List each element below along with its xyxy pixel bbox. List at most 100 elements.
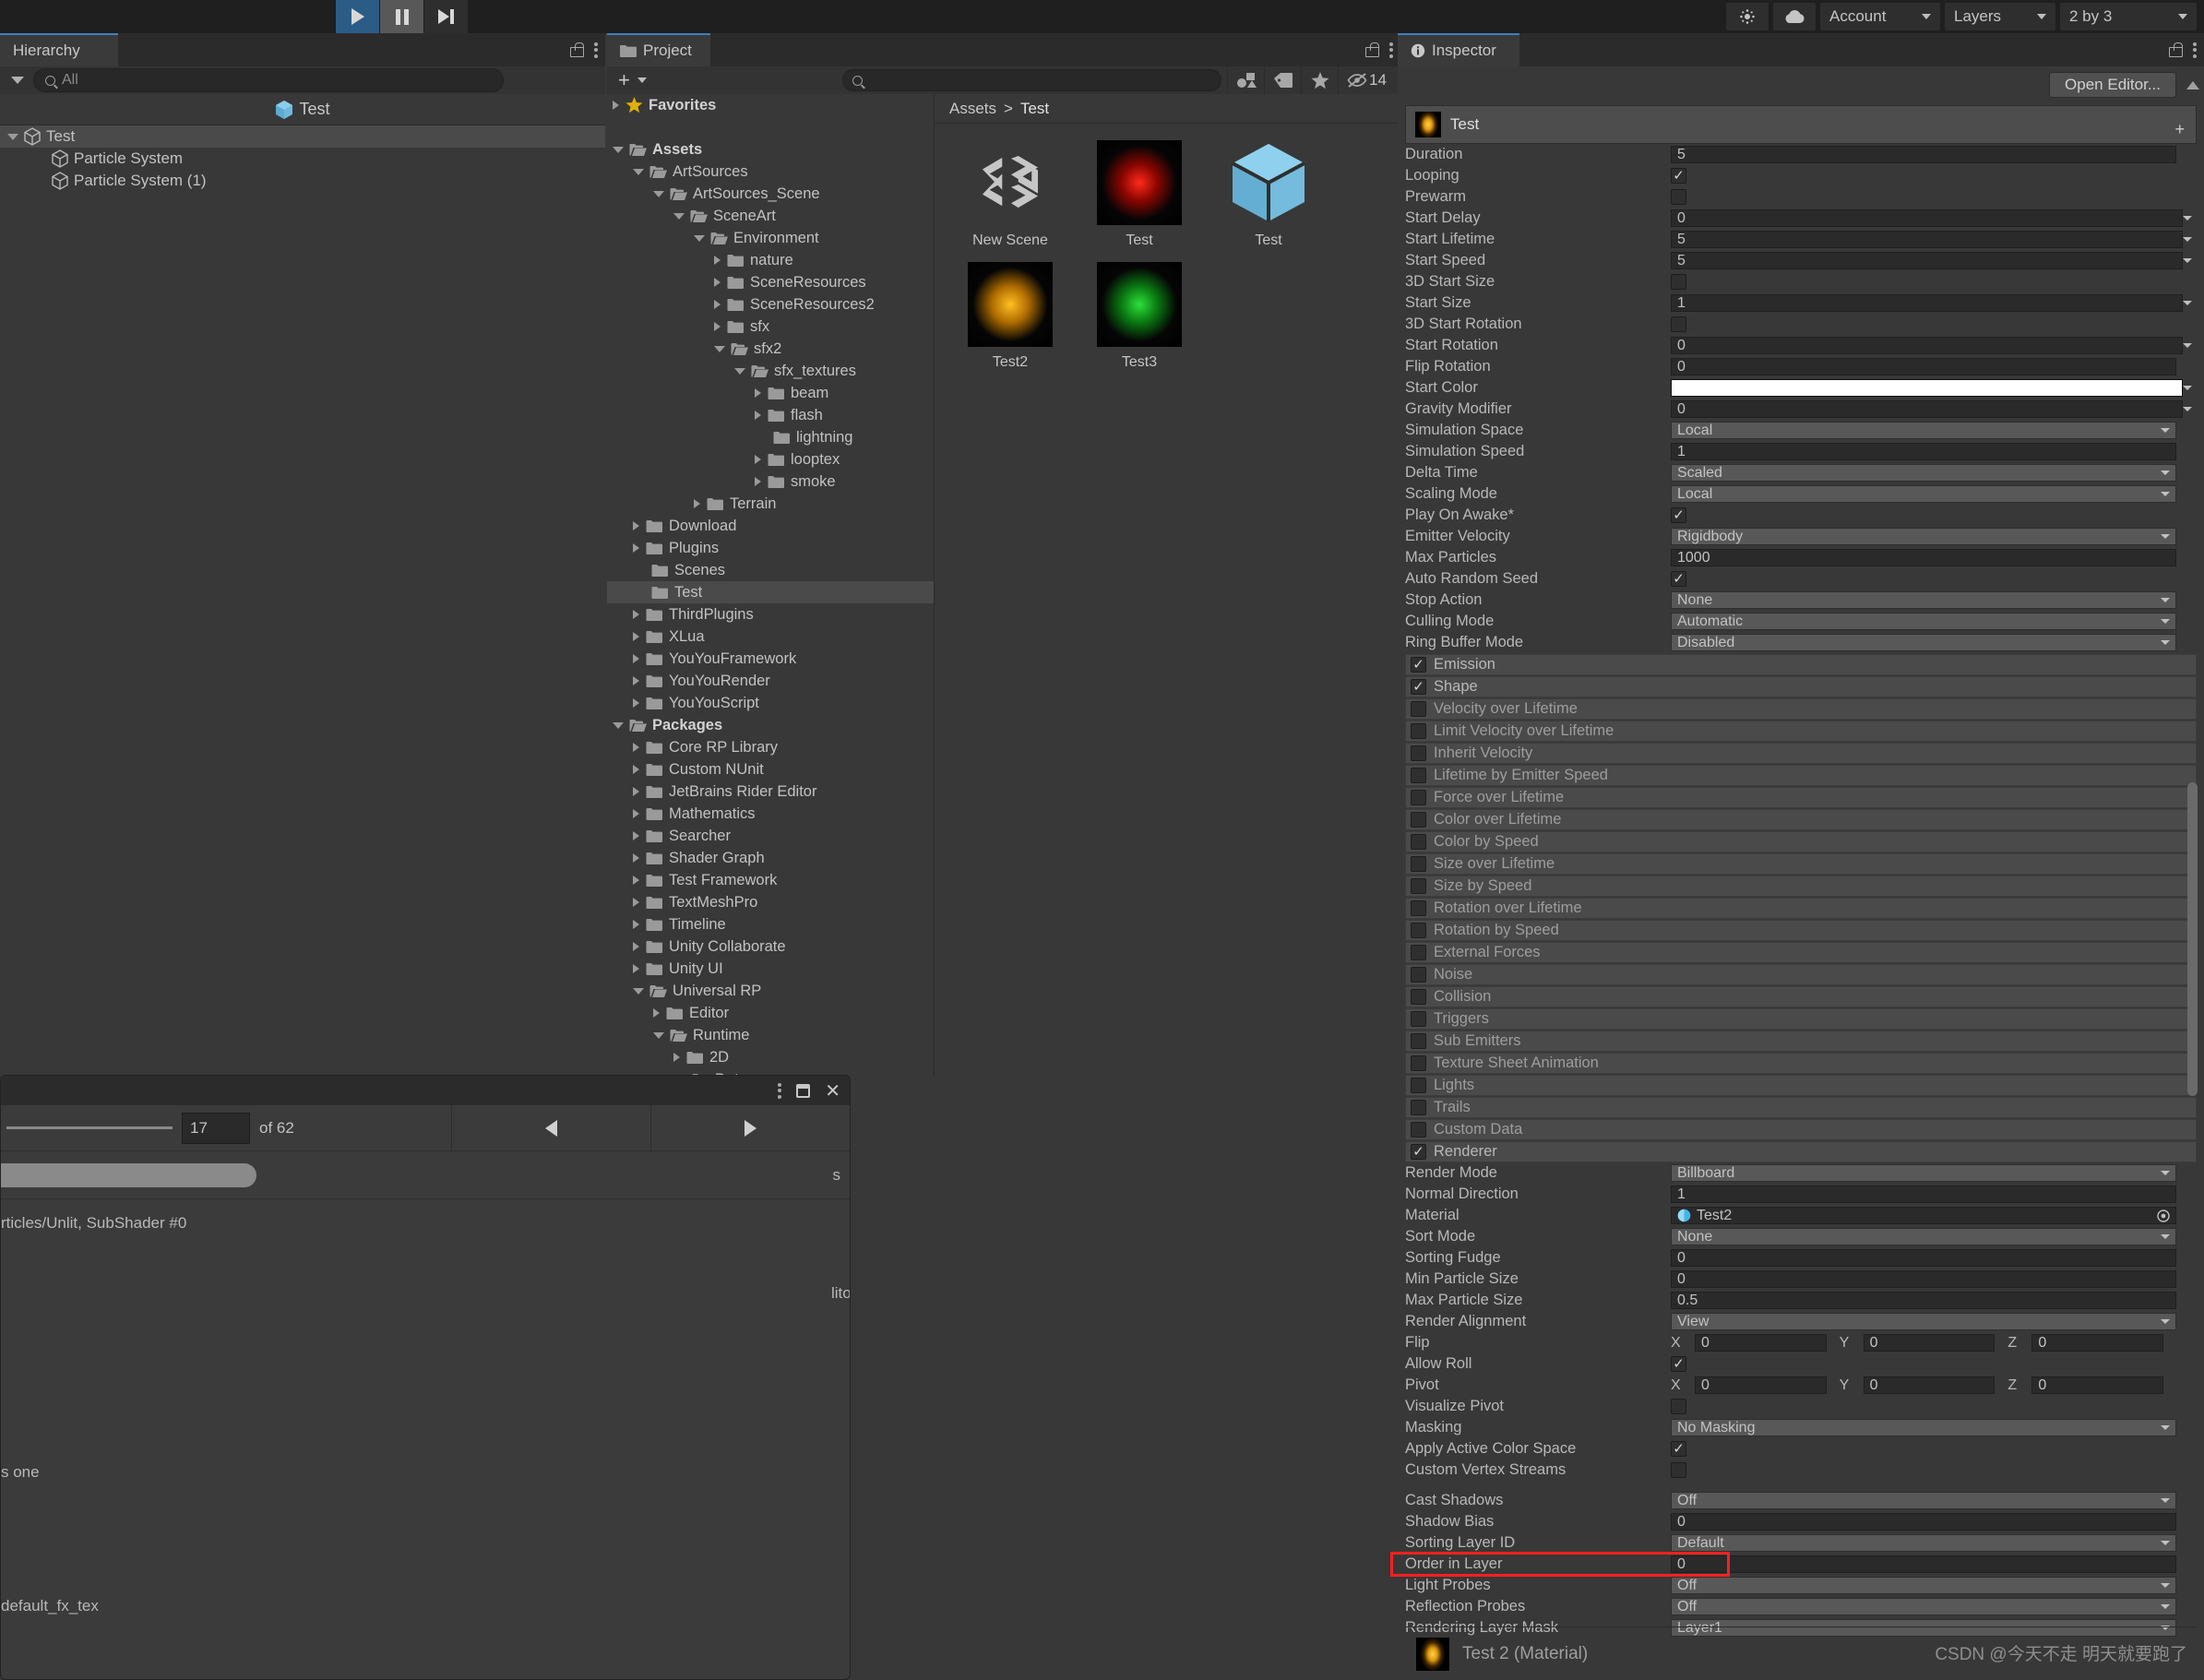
input-flip-rotation[interactable]: 0	[1671, 358, 2176, 375]
project-folder-terrain[interactable]: Terrain	[607, 493, 934, 515]
checkbox-module-lights[interactable]	[1411, 1078, 1426, 1093]
chevron-right-icon[interactable]	[633, 654, 639, 663]
lock-icon[interactable]	[570, 42, 582, 57]
project-folder-textmeshpro[interactable]: TextMeshPro	[607, 891, 934, 913]
dropdown-render-mode[interactable]: Billboard	[1671, 1164, 2176, 1182]
label-tag-icon[interactable]	[1264, 66, 1301, 94]
project-folder-youyouscript[interactable]: YouYouScript	[607, 692, 934, 714]
checkbox-module-inherit-velocity[interactable]	[1411, 745, 1426, 761]
checkbox-custom-vertex-streams[interactable]	[1671, 1462, 1686, 1478]
chevron-right-icon[interactable]	[755, 455, 761, 464]
checkbox-module-limit-velocity-over-lifetime[interactable]	[1411, 723, 1426, 739]
module-row-sub-emitters[interactable]: Sub Emitters	[1405, 1031, 2197, 1052]
dropdown-emitter-velocity[interactable]: Rigidbody	[1671, 528, 2176, 545]
module-row-color-over-lifetime[interactable]: Color over Lifetime	[1405, 809, 2197, 830]
project-folder-lightning[interactable]: lightning	[607, 426, 934, 448]
checkbox-module-shape[interactable]	[1411, 679, 1426, 695]
hierarchy-item-particle-system[interactable]: Particle System	[0, 148, 605, 170]
module-row-rotation-by-speed[interactable]: Rotation by Speed	[1405, 920, 2197, 941]
project-folder-packages[interactable]: Packages	[607, 714, 934, 736]
chevron-right-icon[interactable]	[714, 322, 721, 331]
chevron-right-icon[interactable]	[755, 411, 761, 420]
checkbox-module-size-by-speed[interactable]	[1411, 878, 1426, 894]
checkbox-module-rotation-over-lifetime[interactable]	[1411, 900, 1426, 916]
next-page-button[interactable]	[650, 1105, 850, 1151]
chevron-down-icon[interactable]	[633, 988, 644, 995]
project-folder-timeline[interactable]: Timeline	[607, 913, 934, 935]
hierarchy-item-test[interactable]: Test	[0, 125, 605, 148]
chevron-right-icon[interactable]	[633, 920, 639, 929]
module-row-force-over-lifetime[interactable]: Force over Lifetime	[1405, 787, 2197, 808]
pause-button[interactable]	[380, 0, 424, 33]
dropdown-ring-buffer-mode[interactable]: Disabled	[1671, 634, 2176, 651]
dropdown-light-probes[interactable]: Off	[1671, 1577, 2176, 1594]
chevron-down-icon[interactable]	[613, 147, 624, 153]
checkbox-module-texture-sheet-animation[interactable]	[1411, 1055, 1426, 1071]
asset-item[interactable]: New Scene	[951, 140, 1069, 249]
kebab-menu-icon[interactable]	[1389, 42, 1393, 58]
asset-item[interactable]: Test	[1209, 140, 1328, 249]
chevron-down-icon[interactable]	[673, 213, 685, 220]
dropdown-stop-action[interactable]: None	[1671, 591, 2176, 609]
project-folder-sfx2[interactable]: sfx2	[607, 338, 934, 360]
input-start-rotation[interactable]: 0	[1671, 337, 2183, 354]
project-folder-runtime[interactable]: Runtime	[607, 1024, 934, 1046]
chevron-right-icon[interactable]	[633, 743, 639, 752]
module-row-lights[interactable]: Lights	[1405, 1075, 2197, 1096]
lock-icon[interactable]	[2169, 42, 2181, 57]
project-folder-test[interactable]: Test	[607, 581, 934, 603]
input-start-lifetime[interactable]: 5	[1671, 231, 2183, 248]
maximize-icon[interactable]	[796, 1084, 810, 1098]
checkbox-module-custom-data[interactable]	[1411, 1122, 1426, 1138]
chevron-right-icon[interactable]	[673, 1053, 680, 1062]
project-folder-test-framework[interactable]: Test Framework	[607, 869, 934, 891]
project-folder-assets[interactable]: Assets	[607, 138, 934, 161]
color-field-start-color[interactable]	[1671, 379, 2183, 397]
create-asset-button[interactable]: +	[613, 68, 652, 92]
component-header[interactable]: Test +	[1405, 105, 2197, 144]
project-folder-environment[interactable]: Environment	[607, 227, 934, 249]
checkbox-auto-random-seed[interactable]	[1671, 571, 1686, 587]
project-folder-editor[interactable]: Editor	[607, 1002, 934, 1024]
prev-page-button[interactable]	[451, 1105, 650, 1151]
chevron-down-icon[interactable]	[613, 722, 624, 729]
project-folder-beam[interactable]: beam	[607, 382, 934, 404]
input-normal-direction[interactable]: 1	[1671, 1186, 2176, 1203]
checkbox-module-collision[interactable]	[1411, 989, 1426, 1005]
input-duration[interactable]: 5	[1671, 146, 2176, 163]
chevron-right-icon[interactable]	[694, 499, 700, 508]
dropdown-reflection-probes[interactable]: Off	[1671, 1598, 2176, 1615]
checkbox-3d-start-rotation[interactable]	[1671, 316, 1686, 332]
project-folder-artsources-scene[interactable]: ArtSources_Scene	[607, 183, 934, 205]
favorite-star-icon[interactable]	[1301, 66, 1338, 94]
checkbox-module-size-over-lifetime[interactable]	[1411, 856, 1426, 872]
project-folder-artsources[interactable]: ArtSources	[607, 161, 934, 183]
checkbox-module-external-forces[interactable]	[1411, 945, 1426, 960]
project-folder-flash[interactable]: flash	[607, 404, 934, 426]
input-order-in-layer[interactable]: 0	[1671, 1555, 2176, 1573]
chevron-down-icon[interactable]	[653, 191, 664, 197]
input-start-delay[interactable]: 0	[1671, 209, 2183, 227]
asset-item[interactable]: Test	[1080, 140, 1198, 249]
page-number-input[interactable]: 17	[182, 1113, 250, 1144]
inspector-scrollbar[interactable]	[2186, 81, 2198, 1650]
kebab-menu-icon[interactable]	[778, 1083, 781, 1099]
project-folder-universal-rp[interactable]: Universal RP	[607, 980, 934, 1002]
chevron-right-icon[interactable]	[755, 477, 761, 486]
chevron-down-icon[interactable]	[653, 1032, 664, 1039]
kebab-menu-icon[interactable]	[2193, 42, 2197, 58]
input-flip-z[interactable]: 0	[2031, 1334, 2163, 1352]
chevron-right-icon[interactable]	[633, 765, 639, 774]
checkbox-module-force-over-lifetime[interactable]	[1411, 790, 1426, 805]
module-row-texture-sheet-animation[interactable]: Texture Sheet Animation	[1405, 1053, 2197, 1074]
project-folder-scenes[interactable]: Scenes	[607, 559, 934, 581]
project-folder-sceneart[interactable]: SceneArt	[607, 205, 934, 227]
lock-icon[interactable]	[1365, 42, 1377, 57]
input-start-speed[interactable]: 5	[1671, 252, 2183, 269]
project-folder-unity-ui[interactable]: Unity UI	[607, 958, 934, 980]
input-flip-x[interactable]: 0	[1695, 1334, 1827, 1352]
checkbox-module-lifetime-by-emitter-speed[interactable]	[1411, 768, 1426, 783]
module-row-custom-data[interactable]: Custom Data	[1405, 1119, 2197, 1140]
module-row-triggers[interactable]: Triggers	[1405, 1008, 2197, 1030]
object-picker-icon[interactable]	[2157, 1209, 2170, 1222]
